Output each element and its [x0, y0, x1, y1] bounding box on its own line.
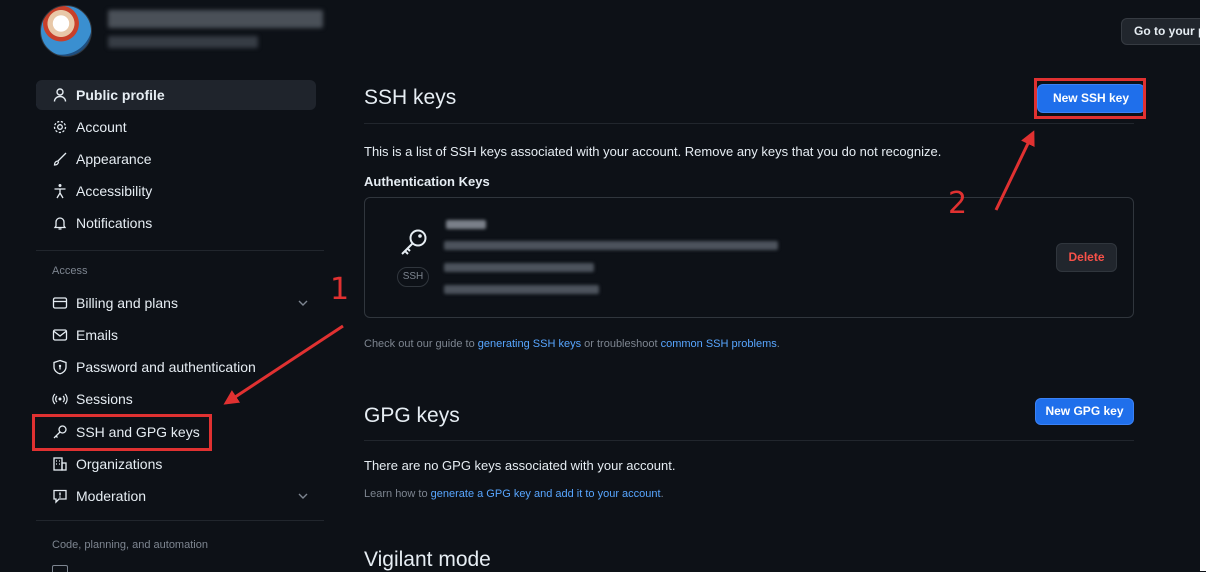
user-avatar[interactable]: [40, 5, 92, 57]
chevron-down-icon: [298, 300, 308, 306]
sidebar-item-label: Account: [76, 119, 127, 135]
mail-icon: [52, 329, 68, 341]
sidebar-item-account[interactable]: Account: [36, 112, 316, 142]
annotation-box-ssh-gpg: [32, 414, 212, 451]
sidebar-item-notifications[interactable]: Notifications: [36, 208, 316, 238]
section-divider: [364, 440, 1134, 441]
sidebar-heading-access: Access: [52, 265, 88, 277]
gpg-empty-text: There are no GPG keys associated with yo…: [364, 458, 676, 473]
sidebar-item-label: Billing and plans: [76, 295, 178, 311]
common-ssh-problems-link[interactable]: common SSH problems: [661, 338, 777, 350]
accessibility-icon: [54, 184, 66, 199]
sidebar-item-billing[interactable]: Billing and plans: [36, 288, 316, 318]
chevron-down-icon: [298, 493, 308, 499]
report-icon: [53, 489, 67, 504]
redacted-key-fingerprint: [444, 241, 778, 250]
bell-icon: [53, 217, 67, 230]
sidebar-item-moderation[interactable]: Moderation: [36, 481, 316, 511]
delete-key-button[interactable]: Delete: [1056, 243, 1117, 272]
ssh-badge: SSH: [397, 267, 429, 287]
sidebar-item-accessibility[interactable]: Accessibility: [36, 176, 316, 206]
redacted-key-added: [444, 263, 594, 272]
gpg-keys-title: GPG keys: [364, 404, 460, 427]
sidebar-item-label: Moderation: [76, 488, 147, 504]
redacted-account-info: [108, 36, 258, 48]
redacted-key-title: [446, 220, 486, 229]
new-gpg-key-button[interactable]: New GPG key: [1035, 398, 1134, 425]
credit-card-icon: [52, 297, 68, 309]
window-edge: [1200, 0, 1206, 571]
sidebar-item-label: Emails: [76, 327, 119, 343]
redacted-username: [108, 10, 323, 28]
sidebar-item-sessions[interactable]: Sessions: [36, 384, 316, 414]
sidebar-heading-code: Code, planning, and automation: [52, 539, 208, 551]
sidebar-item-emails[interactable]: Emails: [36, 320, 316, 350]
sidebar-item-label: Password and authentication: [76, 359, 256, 375]
go-to-profile-button[interactable]: Go to your p: [1121, 18, 1206, 45]
annotation-number-2: 2: [948, 186, 968, 221]
sidebar-item-label: Organizations: [76, 456, 163, 472]
broadcast-icon: [52, 393, 68, 405]
annotation-box-new-ssh: [1034, 78, 1146, 119]
shield-lock-icon: [53, 359, 67, 375]
person-icon: [53, 88, 67, 102]
key-icon: [401, 229, 427, 255]
ssh-description: This is a list of SSH keys associated wi…: [364, 144, 942, 159]
guide-prefix: Check out our guide to: [364, 338, 478, 350]
guide-middle: or troubleshoot: [581, 338, 661, 350]
learn-suffix: .: [660, 488, 664, 500]
ssh-key-list-item: [364, 197, 1134, 318]
sidebar-item-password[interactable]: Password and authentication: [36, 352, 316, 382]
sidebar-item-label: Sessions: [76, 391, 133, 407]
sidebar-item-label: Appearance: [76, 151, 152, 167]
generating-ssh-keys-link[interactable]: generating SSH keys: [478, 338, 581, 350]
sidebar-divider: [36, 520, 324, 521]
annotation-number-1: 1: [330, 272, 350, 307]
section-divider: [364, 123, 1134, 124]
generate-gpg-key-link[interactable]: generate a GPG key and add it to your ac…: [431, 488, 661, 500]
sidebar-item-public-profile[interactable]: Public profile: [36, 80, 316, 110]
ssh-guide-text: Check out our guide to generating SSH ke…: [364, 338, 780, 350]
vigilant-mode-title: Vigilant mode: [364, 548, 491, 571]
learn-prefix: Learn how to: [364, 488, 431, 500]
sidebar-item-organizations[interactable]: Organizations: [36, 449, 316, 479]
sidebar-item-appearance[interactable]: Appearance: [36, 144, 316, 174]
auth-keys-heading: Authentication Keys: [364, 174, 490, 189]
sidebar-item-label: Public profile: [76, 87, 165, 103]
paintbrush-icon: [53, 152, 67, 166]
sidebar-item-label: Notifications: [76, 215, 153, 231]
sidebar-divider: [36, 250, 324, 251]
gpg-learn-text: Learn how to generate a GPG key and add …: [364, 488, 664, 500]
sidebar-item-label: Accessibility: [76, 183, 153, 199]
redacted-key-last-used: [444, 285, 599, 294]
organization-icon: [53, 457, 67, 471]
ssh-keys-title: SSH keys: [364, 86, 457, 109]
guide-suffix: .: [776, 338, 780, 350]
gear-icon: [53, 120, 67, 134]
